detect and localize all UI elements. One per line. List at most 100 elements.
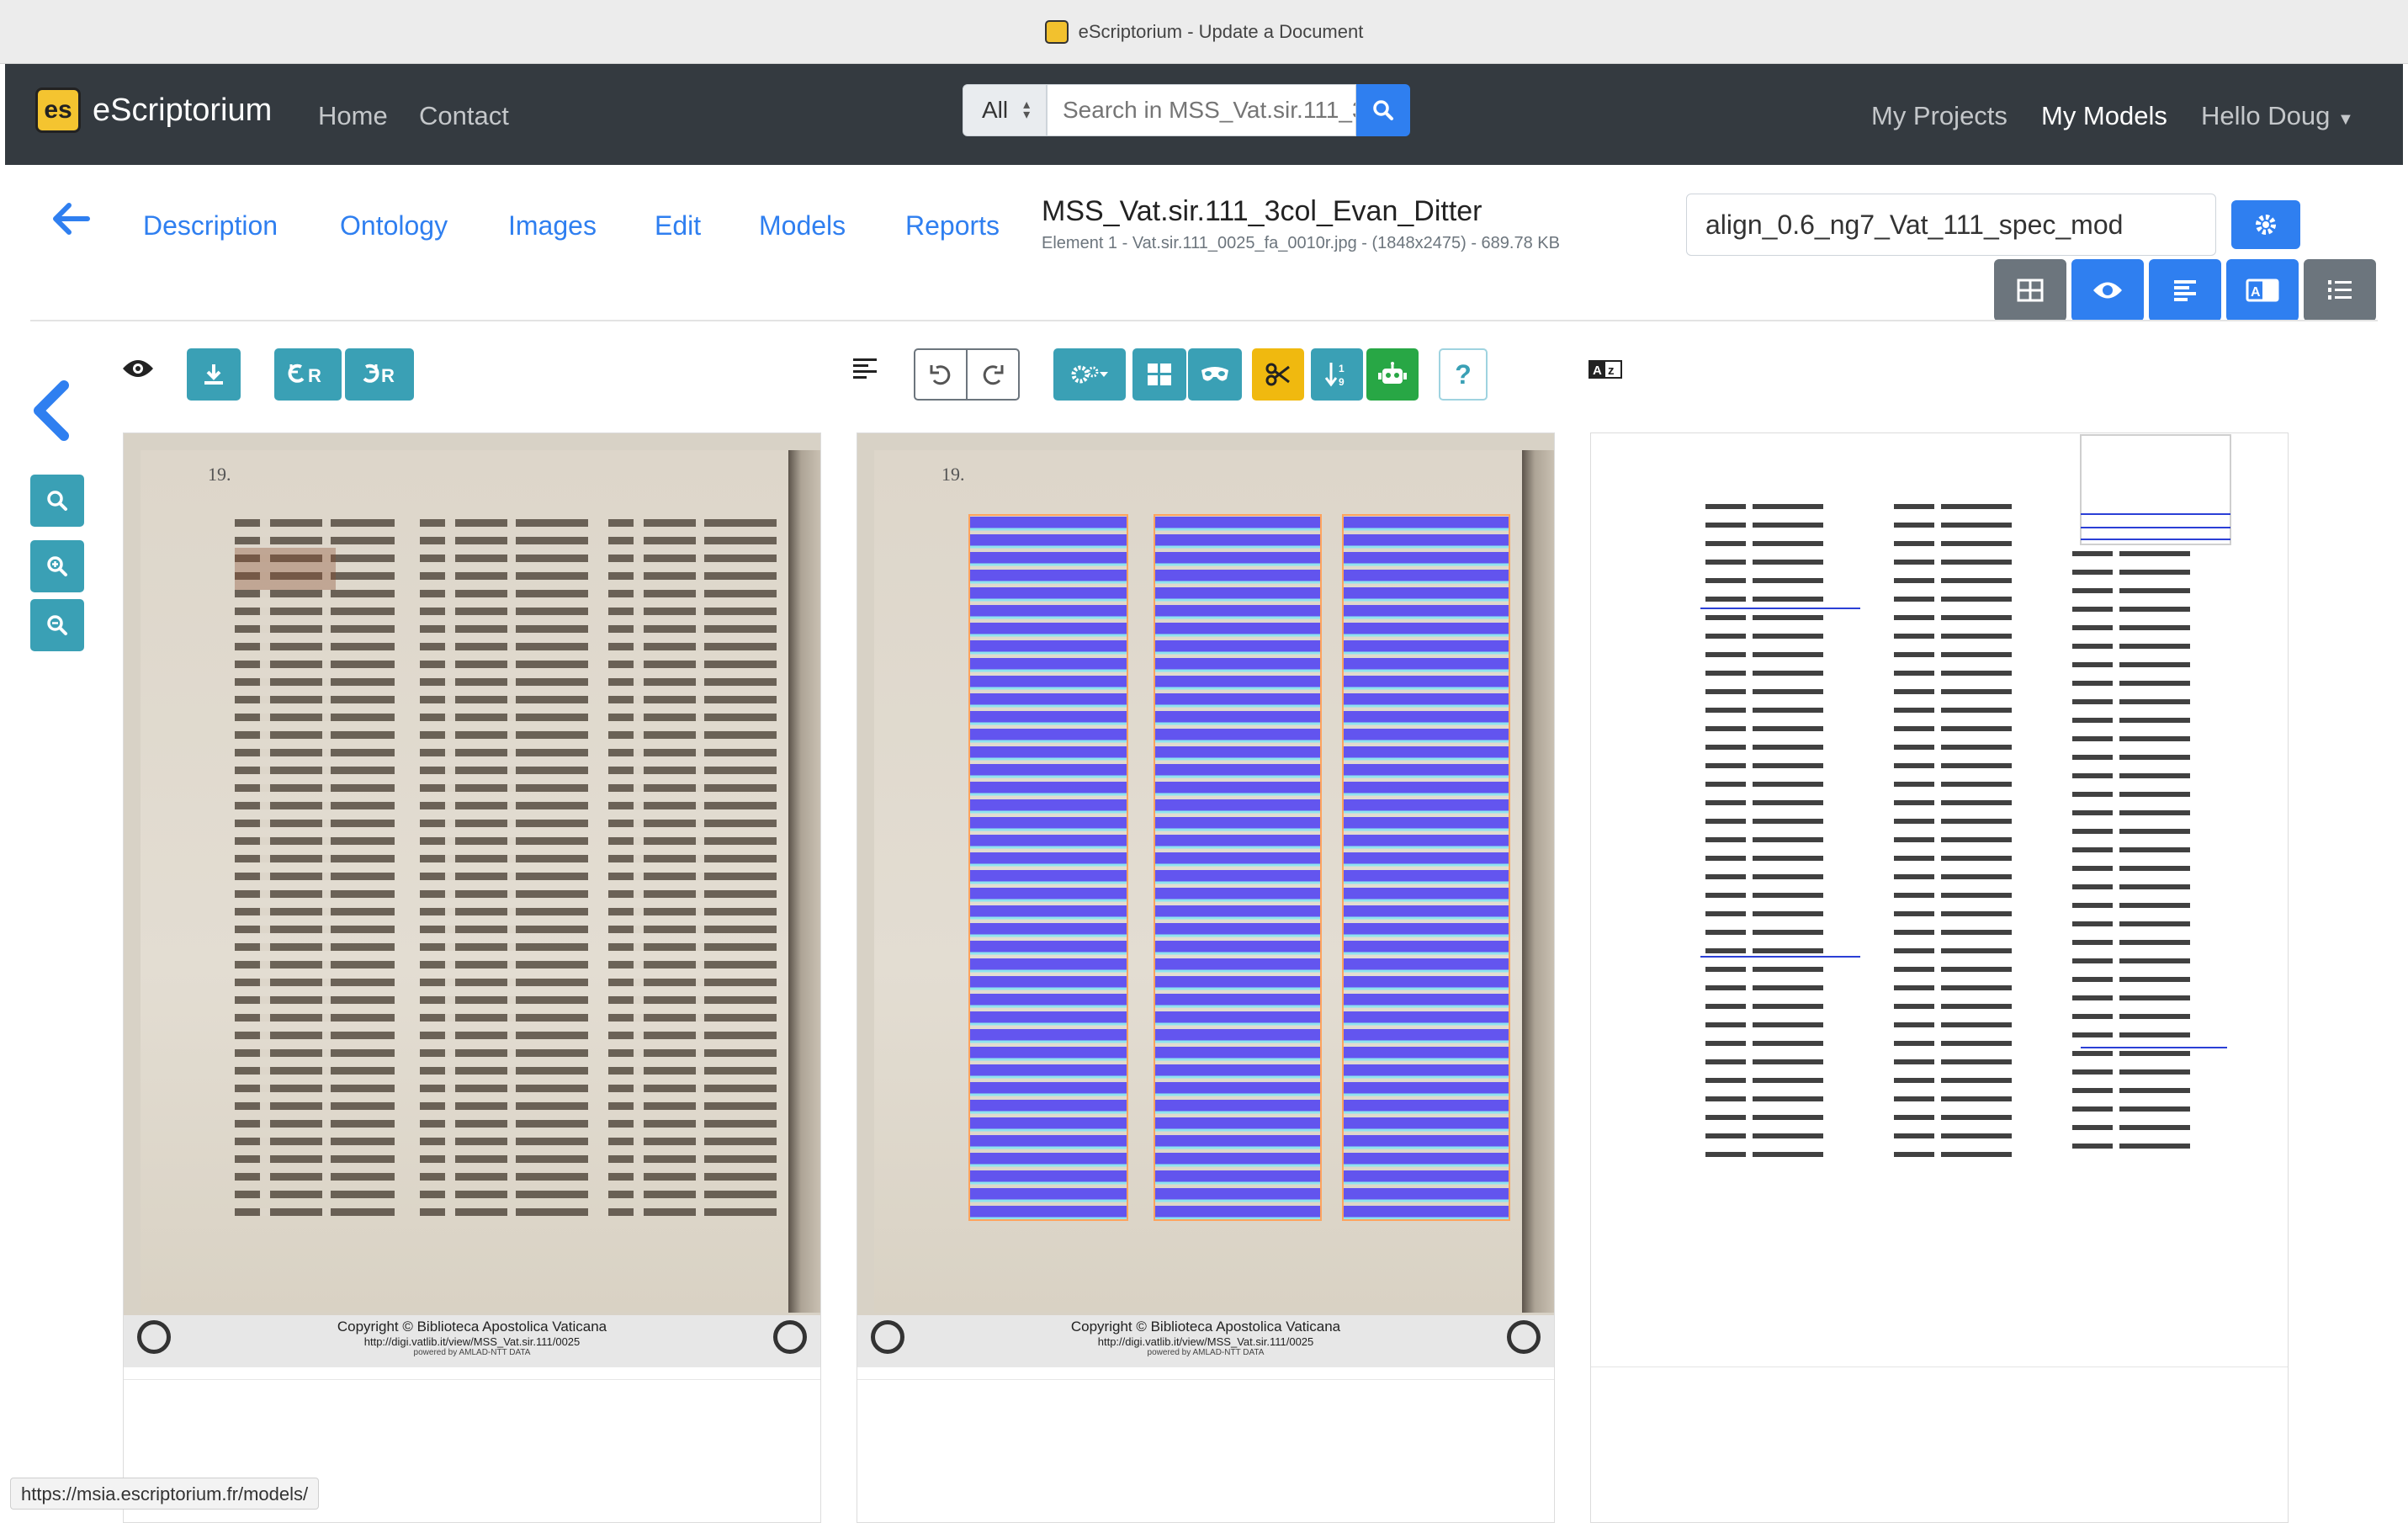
reorder-lines-button[interactable]: 19 [1311, 348, 1363, 401]
previous-page-chevron-icon[interactable] [30, 380, 72, 441]
copyright-url: http://digi.vatlib.it/view/MSS_Vat.sir.1… [363, 1335, 581, 1348]
manuscript-page: 19. [874, 450, 1522, 1313]
manuscript-image[interactable]: 19. Copyright © Biblioteca Apostolica Va… [124, 433, 820, 1367]
nav-user-menu[interactable]: Hello Doug ▼ [2201, 101, 2354, 131]
rotate-right-button[interactable]: R [345, 348, 414, 401]
grid-icon [2017, 279, 2044, 302]
cut-button[interactable] [1252, 348, 1304, 401]
sort-numeric-icon: 19 [1324, 363, 1345, 388]
gear-icon [2256, 215, 2276, 235]
back-arrow-icon[interactable] [52, 202, 91, 236]
redo-button[interactable] [966, 348, 1020, 401]
nav-my-models[interactable]: My Models [2041, 101, 2167, 131]
search-scope-value: All [982, 97, 1009, 123]
tab-edit[interactable]: Edit [655, 210, 701, 241]
nav-home[interactable]: Home [318, 101, 388, 131]
auto-segment-button[interactable] [1366, 348, 1419, 401]
zoom-out-button[interactable] [30, 599, 84, 651]
panel-footer [857, 1379, 1554, 1380]
region-column[interactable] [1342, 514, 1510, 1221]
svg-text:A: A [2251, 285, 2261, 300]
link-status-bar: https://msia.escriptorium.fr/models/ [10, 1478, 320, 1510]
nav-my-projects[interactable]: My Projects [1871, 101, 2008, 131]
mask-icon [1201, 367, 1228, 381]
vatican-seal-icon [1507, 1320, 1541, 1354]
copyright-powered: powered by AMLAD-NTT DATA [413, 1348, 531, 1357]
search-scope-select[interactable]: All ▴ ▾ [963, 84, 1047, 136]
document-subtitle: Element 1 - Vat.sir.111_0025_fa_0010r.jp… [1042, 234, 1560, 252]
toggle-source-image-button[interactable] [1994, 259, 2066, 321]
list-ordered-icon [2328, 280, 2352, 300]
search-icon [1373, 100, 1393, 120]
toggle-list-button[interactable] [2304, 259, 2376, 321]
toggle-lines-button[interactable] [2149, 259, 2221, 321]
updown-caret-icon: ▴ ▾ [1023, 98, 1031, 122]
app-window: { "window": { "title": "eScriptorium - U… [0, 0, 2408, 1523]
tab-images[interactable]: Images [508, 210, 597, 241]
zoom-in-button[interactable] [30, 540, 84, 592]
region-column[interactable] [1154, 514, 1322, 1221]
search-button[interactable] [1356, 84, 1410, 136]
grid-icon [1148, 364, 1171, 385]
transcription-column[interactable] [1700, 497, 1869, 1162]
toggle-regions-button[interactable] [1132, 348, 1186, 401]
copyright-url: http://digi.vatlib.it/view/MSS_Vat.sir.1… [1097, 1335, 1314, 1348]
region-column[interactable] [968, 514, 1128, 1221]
svg-text:z: z [1608, 364, 1615, 378]
language-icon: A [2246, 279, 2279, 302]
text-column [235, 514, 395, 1221]
search-group: All ▴ ▾ [963, 84, 1410, 136]
header-divider [30, 320, 2378, 321]
vatican-seal-icon [137, 1320, 171, 1354]
help-button[interactable]: ? [1439, 348, 1488, 401]
segmentation-settings-button[interactable] [1053, 348, 1126, 401]
svg-text:A: A [1593, 364, 1602, 378]
copyright-banner: Copyright © Biblioteca Apostolica Vatica… [124, 1315, 820, 1367]
caret-down-icon: ▼ [2337, 110, 2354, 129]
manuscript-page: 19. [141, 450, 788, 1313]
undo-button[interactable] [914, 348, 968, 401]
eye-icon[interactable] [121, 357, 155, 380]
text-column [608, 514, 777, 1221]
tab-description[interactable]: Description [143, 210, 278, 241]
segmentation-panel: 19. Copyright © Biblioteca Apostolica Va… [857, 432, 1555, 1523]
zoom-out-icon [47, 615, 67, 635]
toggle-transcription-button[interactable]: A [2226, 259, 2299, 321]
transcription-column[interactable] [1889, 497, 2057, 1162]
vatican-seal-icon [773, 1320, 807, 1354]
transcription-canvas[interactable] [1591, 433, 2288, 1367]
transcription-settings-button[interactable] [2231, 200, 2300, 249]
nav-contact[interactable]: Contact [419, 101, 509, 131]
align-left-icon [853, 358, 877, 379]
svg-text:1: 1 [1339, 363, 1345, 374]
brand[interactable]: es eScriptorium [35, 88, 272, 133]
tab-models[interactable]: Models [759, 210, 846, 241]
align-left-icon [2174, 280, 2196, 301]
search-icon [47, 491, 67, 511]
copyright-banner: Copyright © Biblioteca Apostolica Vatica… [857, 1315, 1554, 1367]
book-gutter [1522, 450, 1554, 1313]
redo-icon [983, 365, 1004, 385]
tab-reports[interactable]: Reports [905, 210, 1000, 241]
window-titlebar: eScriptorium - Update a Document [0, 0, 2408, 64]
document-title: MSS_Vat.sir.111_3col_Evan_Ditter [1042, 195, 1482, 227]
svg-text:R: R [308, 365, 321, 386]
scissors-icon [1265, 363, 1290, 386]
search-input[interactable] [1047, 84, 1356, 136]
segmentation-canvas[interactable]: 19. Copyright © Biblioteca Apostolica Va… [857, 433, 1554, 1367]
rotate-left-icon: R [288, 364, 321, 386]
book-gutter [788, 450, 820, 1313]
toggle-visibility-button[interactable] [2071, 259, 2144, 321]
download-icon [204, 364, 223, 385]
tab-ontology[interactable]: Ontology [340, 210, 448, 241]
toggle-masks-button[interactable] [1188, 348, 1242, 401]
rotate-left-button[interactable]: R [274, 348, 342, 401]
app-icon [1044, 19, 1069, 44]
panel-footer [124, 1379, 820, 1380]
transcription-column[interactable] [2067, 433, 2236, 1162]
zoom-reset-button[interactable] [30, 475, 84, 527]
download-button[interactable] [187, 348, 241, 401]
brand-logo: es [35, 88, 81, 133]
transcription-select[interactable] [1686, 194, 2216, 256]
copyright-text: Copyright © Biblioteca Apostolica Vatica… [1070, 1319, 1341, 1335]
